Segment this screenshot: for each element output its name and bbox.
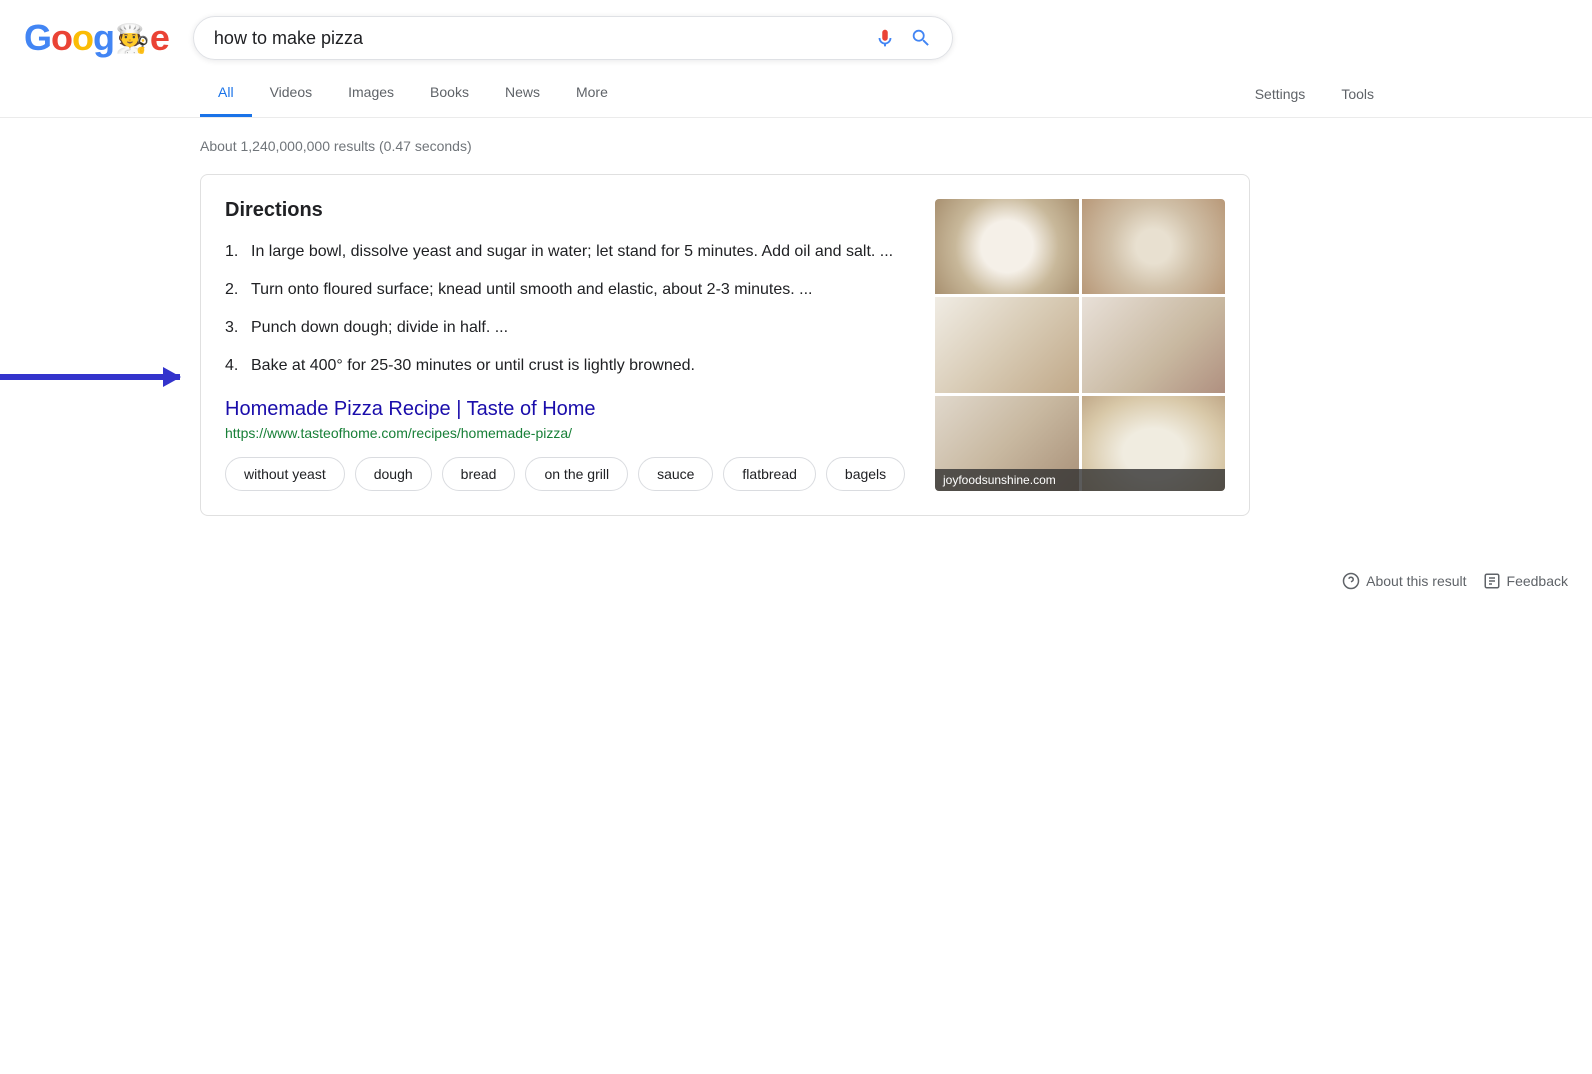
logo-letter-e: e: [150, 17, 169, 59]
recipe-image-2: [1082, 199, 1226, 294]
recipe-image-3: [935, 297, 1079, 392]
tab-all[interactable]: All: [200, 70, 252, 117]
logo-letter-g2: g: [93, 17, 114, 59]
logo-letter-o1: o: [51, 17, 72, 59]
step-3-num: 3.: [225, 316, 241, 340]
recipe-image-4: [1082, 297, 1226, 392]
feedback-label: Feedback: [1507, 573, 1568, 589]
snippet-link-url: https://www.tasteofhome.com/recipes/home…: [225, 425, 915, 441]
nav-tabs: All Videos Images Books News More Settin…: [0, 70, 1592, 118]
tab-videos[interactable]: Videos: [252, 70, 331, 117]
snippet-step-2: 2. Turn onto floured surface; knead unti…: [225, 278, 915, 302]
arrow-container: [0, 374, 180, 380]
snippet-step-4: 4. Bake at 400° for 25-30 minutes or unt…: [225, 354, 915, 378]
search-input[interactable]: [214, 28, 862, 49]
feedback-icon: [1483, 572, 1501, 590]
snippet-step-1: 1. In large bowl, dissolve yeast and sug…: [225, 240, 915, 264]
snippet-inner: Directions 1. In large bowl, dissolve ye…: [225, 199, 1225, 491]
tab-books[interactable]: Books: [412, 70, 487, 117]
step-4-text: Bake at 400° for 25-30 minutes or until …: [251, 354, 695, 378]
snippet-step-3: 3. Punch down dough; divide in half. ...: [225, 316, 915, 340]
nav-settings[interactable]: Settings: [1237, 72, 1324, 116]
chip-sauce[interactable]: sauce: [638, 457, 713, 491]
nav-tools[interactable]: Tools: [1323, 72, 1392, 116]
featured-snippet-card: Directions 1. In large bowl, dissolve ye…: [200, 174, 1250, 516]
related-chips: without yeast dough bread on the grill s…: [225, 457, 915, 491]
logo-chef-icon: 🧑‍🍳: [115, 22, 149, 55]
chip-without-yeast[interactable]: without yeast: [225, 457, 345, 491]
header: G o o g 🧑‍🍳 e: [0, 0, 1592, 60]
recipe-image-1: [935, 199, 1079, 294]
snippet-wrapper: Directions 1. In large bowl, dissolve ye…: [200, 174, 1392, 516]
snippet-content: Directions 1. In large bowl, dissolve ye…: [225, 199, 915, 491]
snippet-steps-list: 1. In large bowl, dissolve yeast and sug…: [225, 240, 915, 378]
search-bar: [193, 16, 953, 60]
image-source-label: joyfoodsunshine.com: [935, 469, 1225, 491]
google-logo[interactable]: G o o g 🧑‍🍳 e: [24, 17, 169, 59]
logo-letter-o2: o: [72, 17, 93, 59]
chip-bread[interactable]: bread: [442, 457, 516, 491]
chip-dough[interactable]: dough: [355, 457, 432, 491]
search-icon[interactable]: [910, 27, 932, 49]
footer: About this result Feedback: [0, 556, 1592, 606]
step-3-text: Punch down dough; divide in half. ...: [251, 316, 508, 340]
search-icon-group: [874, 27, 932, 49]
tab-news[interactable]: News: [487, 70, 558, 117]
step-2-num: 2.: [225, 278, 241, 302]
tab-more[interactable]: More: [558, 70, 626, 117]
tab-images[interactable]: Images: [330, 70, 412, 117]
chip-on-the-grill[interactable]: on the grill: [525, 457, 628, 491]
logo-letter-g: G: [24, 17, 51, 59]
step-1-num: 1.: [225, 240, 241, 264]
chip-flatbread[interactable]: flatbread: [723, 457, 815, 491]
snippet-directions-title: Directions: [225, 199, 915, 222]
snippet-image-grid[interactable]: joyfoodsunshine.com: [935, 199, 1225, 491]
chip-bagels[interactable]: bagels: [826, 457, 905, 491]
step-4-num: 4.: [225, 354, 241, 378]
results-count: About 1,240,000,000 results (0.47 second…: [200, 138, 1392, 154]
about-result-item[interactable]: About this result: [1342, 572, 1466, 590]
mic-icon[interactable]: [874, 27, 896, 49]
step-1-text: In large bowl, dissolve yeast and sugar …: [251, 240, 893, 264]
step-2-text: Turn onto floured surface; knead until s…: [251, 278, 813, 302]
arrow-line: [0, 374, 180, 380]
results-area: About 1,240,000,000 results (0.47 second…: [0, 118, 1592, 536]
about-result-label: About this result: [1366, 573, 1466, 589]
question-circle-icon: [1342, 572, 1360, 590]
snippet-link-title[interactable]: Homemade Pizza Recipe | Taste of Home: [225, 398, 915, 421]
feedback-item[interactable]: Feedback: [1483, 572, 1568, 590]
